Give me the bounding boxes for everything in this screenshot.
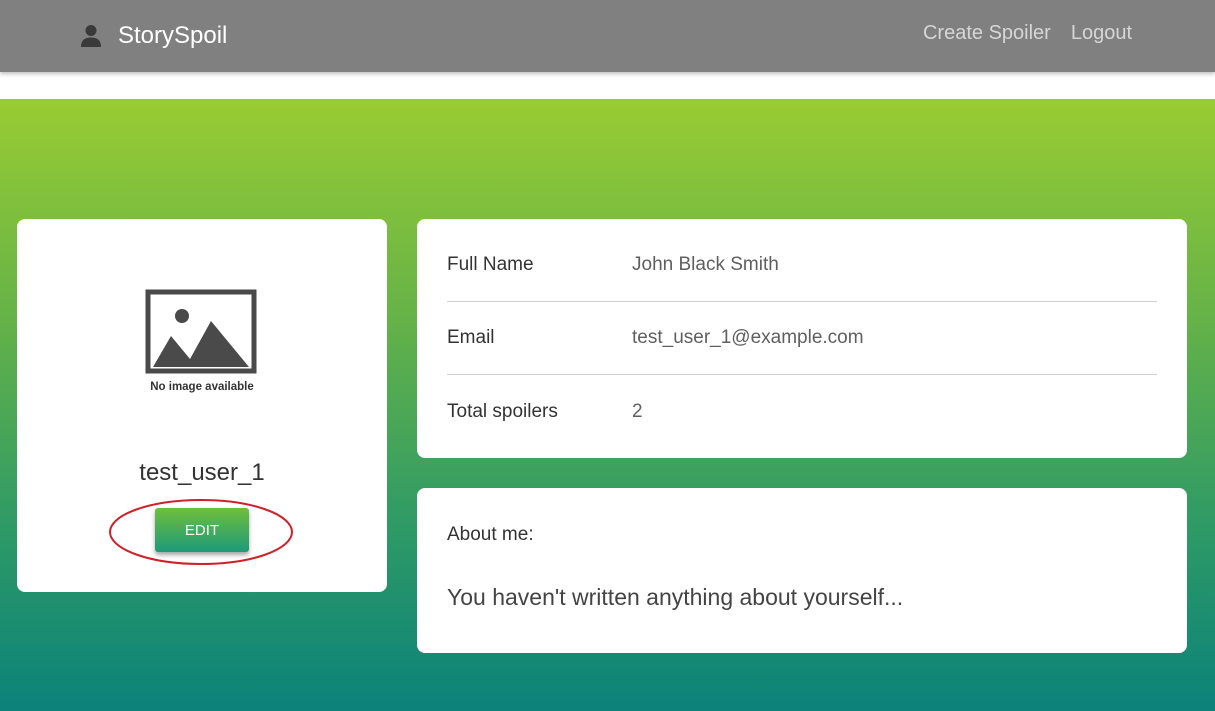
detail-row-total-spoilers: Total spoilers 2 — [447, 375, 1157, 448]
profile-details-card: Full Name John Black Smith Email test_us… — [417, 219, 1187, 458]
no-image-placeholder: No image available — [145, 289, 257, 393]
email-label: Email — [447, 327, 495, 348]
total-spoilers-label: Total spoilers — [447, 400, 558, 422]
brand-name: StorySpoil — [118, 22, 228, 49]
about-me-card: About me: You haven't written anything a… — [417, 488, 1187, 653]
user-icon — [81, 25, 101, 47]
no-image-caption: No image available — [150, 381, 254, 393]
email-value: test_user_1@example.com — [632, 327, 864, 348]
full-name-value: John Black Smith — [632, 254, 779, 275]
create-spoiler-link[interactable]: Create Spoiler — [923, 22, 1051, 45]
profile-username: test_user_1 — [139, 459, 265, 486]
profile-section: No image available test_user_1 EDIT Full… — [0, 99, 1215, 711]
full-name-label: Full Name — [447, 254, 534, 275]
top-navbar: StorySpoil Create Spoiler Logout — [0, 0, 1215, 72]
nav-links: Create Spoiler Logout — [923, 22, 1132, 45]
logout-link[interactable]: Logout — [1071, 22, 1132, 45]
edit-profile-button[interactable]: EDIT — [155, 508, 249, 552]
total-spoilers-value: 2 — [632, 400, 643, 422]
about-me-text: You haven't written anything about yours… — [447, 584, 904, 610]
detail-row-email: Email test_user_1@example.com — [447, 302, 1157, 375]
detail-row-full-name: Full Name John Black Smith — [447, 229, 1157, 302]
profile-card: No image available test_user_1 EDIT — [17, 219, 387, 592]
about-me-heading: About me: — [447, 524, 534, 545]
brand-link[interactable]: StorySpoil — [80, 20, 227, 52]
